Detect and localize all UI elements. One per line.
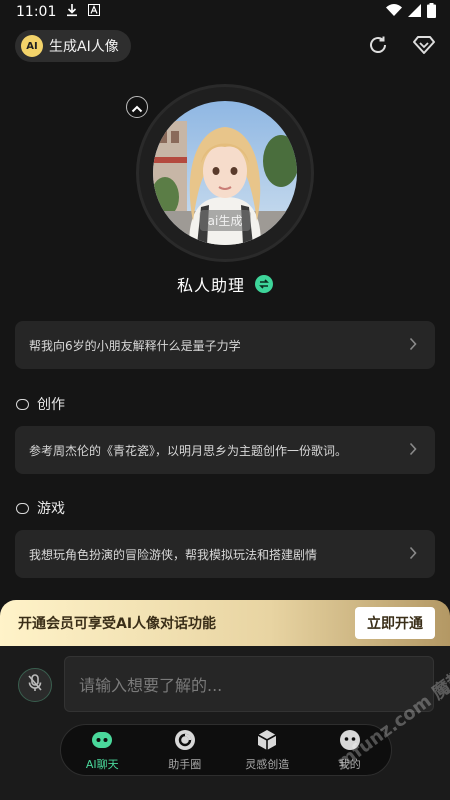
chevron-up-icon [131, 98, 143, 117]
mic-off-icon [27, 674, 43, 696]
signal-icon [408, 3, 421, 21]
suggestion-card-1[interactable]: 帮我向6岁的小朋友解释什么是量子力学 [15, 321, 435, 369]
assistant-name-row: 私人助理 [0, 272, 450, 296]
promo-text: 开通会员可享受AI人像对话功能 [18, 616, 217, 632]
section-title-game: 游戏 [16, 498, 65, 518]
voice-toggle-button[interactable] [18, 668, 52, 702]
font-icon [88, 4, 101, 20]
top-bar: AI 生成AI人像 [0, 26, 450, 66]
battery-icon [427, 2, 436, 22]
suggestion-text: 帮我向6岁的小朋友解释什么是量子力学 [29, 338, 241, 353]
ai-generated-tag: ai生成 [199, 210, 251, 231]
vip-diamond-button[interactable] [411, 34, 437, 60]
face-icon [338, 728, 362, 752]
suggestion-card-2[interactable]: 参考周杰伦的《青花瓷》，以明月思乡为主题创作一份歌词。 [15, 426, 435, 474]
tab-inspiration[interactable]: 灵感创造 [232, 728, 302, 772]
ai-badge-icon: AI [21, 35, 43, 57]
cube-icon [255, 728, 279, 752]
status-bar: 11:01 [0, 0, 450, 24]
robot-icon [90, 728, 114, 752]
open-vip-button[interactable]: 立即开通 [355, 607, 435, 639]
refresh-button[interactable] [365, 34, 391, 60]
tab-ai-chat[interactable]: AI聊天 [67, 728, 137, 772]
section-label: 创作 [37, 397, 65, 413]
chevron-right-icon [409, 441, 417, 460]
tab-label: 我的 [338, 758, 361, 771]
chevron-right-icon [409, 336, 417, 355]
chevron-right-icon [409, 545, 417, 564]
chat-input-area: 请输入想要了解的... [0, 646, 450, 800]
tab-label: 助手圈 [168, 758, 202, 771]
chat-input-placeholder: 请输入想要了解的... [79, 676, 223, 695]
switch-assistant-icon[interactable] [255, 275, 273, 293]
tab-assistant-circle[interactable]: 助手圈 [150, 728, 220, 772]
section-title-creation: 创作 [16, 394, 65, 414]
suggestion-text: 我想玩角色扮演的冒险游侠，帮我模拟玩法和搭建剧情 [29, 547, 318, 562]
tab-profile[interactable]: 我的 [315, 728, 385, 772]
refresh-icon [367, 34, 389, 60]
bottom-tab-bar: AI聊天 助手圈 灵感创造 我的 [60, 724, 392, 776]
generate-label: 生成AI人像 [49, 39, 119, 55]
suggestion-card-3[interactable]: 我想玩角色扮演的冒险游侠，帮我模拟玩法和搭建剧情 [15, 530, 435, 578]
chat-bubble-icon [16, 502, 29, 514]
avatar[interactable]: ai生成 [153, 101, 297, 245]
generate-ai-portrait-button[interactable]: AI 生成AI人像 [15, 30, 131, 62]
vip-promo-banner: 开通会员可享受AI人像对话功能 立即开通 [0, 600, 450, 646]
download-icon [66, 3, 78, 21]
status-time: 11:01 [16, 4, 57, 20]
wifi-icon [386, 3, 402, 21]
diamond-icon [412, 35, 436, 59]
chat-bubble-icon [16, 398, 29, 410]
circle-icon [173, 728, 197, 752]
assistant-name: 私人助理 [176, 276, 245, 295]
tab-label: AI聊天 [85, 758, 119, 771]
chat-input[interactable]: 请输入想要了解的... [64, 656, 434, 712]
tab-label: 灵感创造 [245, 758, 290, 771]
collapse-button[interactable] [126, 96, 148, 118]
avatar-frame: ai生成 [136, 84, 314, 262]
suggestion-text: 参考周杰伦的《青花瓷》，以明月思乡为主题创作一份歌词。 [29, 443, 348, 458]
section-label: 游戏 [37, 501, 65, 517]
